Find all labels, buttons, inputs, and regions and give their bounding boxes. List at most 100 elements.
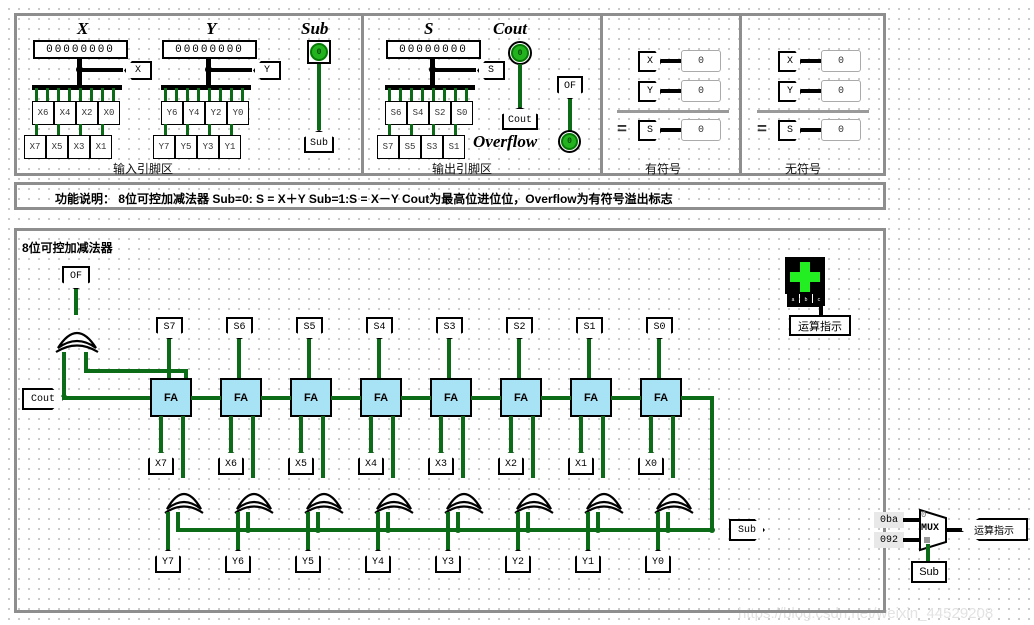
signed-s-wire <box>661 128 683 132</box>
full-adder-0[interactable]: FA <box>640 378 682 417</box>
fa4-b-wire <box>391 416 395 478</box>
mux-select-wire <box>926 544 930 562</box>
carry-wire-6-5 <box>261 396 291 400</box>
description-text: 功能说明： 8位可控加减法器 Sub=0: S = X＋Y Sub=1:S = … <box>55 192 673 206</box>
y-split-leg <box>175 88 178 101</box>
bit-pin-y7[interactable]: Y7 <box>153 135 175 159</box>
unsigned-x-value: 0 <box>821 50 861 72</box>
unsigned-equals-sign: = <box>757 119 767 138</box>
x-wire-4 <box>369 416 373 453</box>
cin-wire-fa0-v <box>710 396 714 530</box>
bit-pin-y2[interactable]: Y2 <box>205 101 227 125</box>
y-bus-wire-vert <box>206 59 211 87</box>
full-adder-2[interactable]: FA <box>500 378 542 417</box>
group-title-overflow: Overflow <box>473 132 538 151</box>
bit-pin-y3[interactable]: Y3 <box>197 135 219 159</box>
group-title-s: S <box>424 19 434 38</box>
x-wire-1 <box>579 416 583 453</box>
cout-led-dot: 0 <box>511 44 529 62</box>
s-split-leg <box>421 88 424 101</box>
unsigned-s-value: 0 <box>821 119 861 141</box>
panel-divider-3 <box>739 13 742 176</box>
bit-pin-x4[interactable]: X4 <box>54 101 76 125</box>
y-wire-6 <box>236 512 240 551</box>
s-bus-wire-horiz <box>432 68 476 72</box>
cout-bus-wire <box>62 396 157 400</box>
group-title-sub: Sub <box>301 19 329 38</box>
sub-node-6 <box>245 527 251 533</box>
carry-wire-2-1 <box>541 396 571 400</box>
caption-signed: 有符号 <box>645 162 682 176</box>
unsigned-y-value: 0 <box>821 80 861 102</box>
s-split-leg <box>399 88 402 101</box>
bit-pin-y5[interactable]: Y5 <box>175 135 197 159</box>
s-split-leg <box>388 88 391 101</box>
fa2-b-wire <box>531 416 535 478</box>
sub-led-dot: 0 <box>310 43 328 61</box>
bit-pin-x0[interactable]: X0 <box>98 101 120 125</box>
full-adder-4[interactable]: FA <box>360 378 402 417</box>
unsigned-separator <box>757 110 869 113</box>
full-adder-3[interactable]: FA <box>430 378 472 417</box>
mux-sel-index-label: 0 <box>921 510 927 520</box>
s-value-display: 00000000 <box>386 40 481 59</box>
full-adder-6[interactable]: FA <box>220 378 262 417</box>
panel-divider-1 <box>361 13 364 176</box>
bit-pin-y4[interactable]: Y4 <box>183 101 205 125</box>
mux-select-marker <box>924 537 930 543</box>
sub-node-1 <box>595 527 601 533</box>
caption-unsigned: 无符号 <box>785 162 822 176</box>
mux-label: MUX <box>921 523 940 534</box>
carry-wire-4-3 <box>401 396 431 400</box>
overflow-xor-in-a <box>62 352 66 396</box>
sub-node-2 <box>525 527 531 533</box>
x-bus-node <box>76 66 83 73</box>
overflow-wire <box>568 99 572 134</box>
indicator-tunnel-top[interactable]: 运算指示 <box>789 315 851 336</box>
bit-pin-y6[interactable]: Y6 <box>161 101 183 125</box>
y-split-leg <box>241 88 244 101</box>
bit-pin-x7[interactable]: X7 <box>24 135 46 159</box>
x-split-leg <box>112 88 115 101</box>
y-split-leg <box>219 88 222 101</box>
mux-select-tunnel[interactable]: Sub <box>911 561 947 583</box>
full-adder-5[interactable]: FA <box>290 378 332 417</box>
carry-wire-3-2 <box>471 396 501 400</box>
fa1-b-wire <box>601 416 605 478</box>
bit-pin-x6[interactable]: X6 <box>32 101 54 125</box>
bit-pin-x2[interactable]: X2 <box>76 101 98 125</box>
overflow-xor-in-b-h <box>84 369 188 373</box>
x-split-leg <box>68 88 71 101</box>
bit-pin-s6: S6 <box>385 101 407 125</box>
sum-wire-s7 <box>167 339 171 380</box>
bit-pin-s3: S3 <box>421 135 443 159</box>
bit-pin-x3[interactable]: X3 <box>68 135 90 159</box>
signed-x-value: 0 <box>681 50 721 72</box>
bit-pin-x5[interactable]: X5 <box>46 135 68 159</box>
x-split-leg <box>101 88 104 101</box>
y-wire-2 <box>516 512 520 551</box>
fa3-b-wire <box>461 416 465 478</box>
fa6-b-wire <box>251 416 255 478</box>
sub-input-led[interactable]: 0 <box>307 40 331 64</box>
full-adder-7[interactable]: FA <box>150 378 192 417</box>
x-split-leg <box>35 88 38 101</box>
bit-pin-y0[interactable]: Y0 <box>227 101 249 125</box>
full-adder-1[interactable]: FA <box>570 378 612 417</box>
y-value-display[interactable]: 00000000 <box>162 40 257 59</box>
x-wire-5 <box>299 416 303 453</box>
carry-wire-5-4 <box>331 396 361 400</box>
sub-node-3 <box>455 527 461 533</box>
bit-pin-s4: S4 <box>407 101 429 125</box>
bit-pin-y1[interactable]: Y1 <box>219 135 241 159</box>
group-title-x: X <box>77 19 89 38</box>
overflow-xor-gate <box>55 331 99 353</box>
y-split-leg <box>230 88 233 101</box>
s-bus-node <box>429 66 436 73</box>
sub-node-cin <box>709 527 715 533</box>
y-wire-4 <box>376 512 380 551</box>
mux-input-top: 0ba <box>874 512 904 528</box>
sum-wire-s0 <box>657 339 661 380</box>
bit-pin-x1[interactable]: X1 <box>90 135 112 159</box>
x-value-display[interactable]: 00000000 <box>33 40 128 59</box>
